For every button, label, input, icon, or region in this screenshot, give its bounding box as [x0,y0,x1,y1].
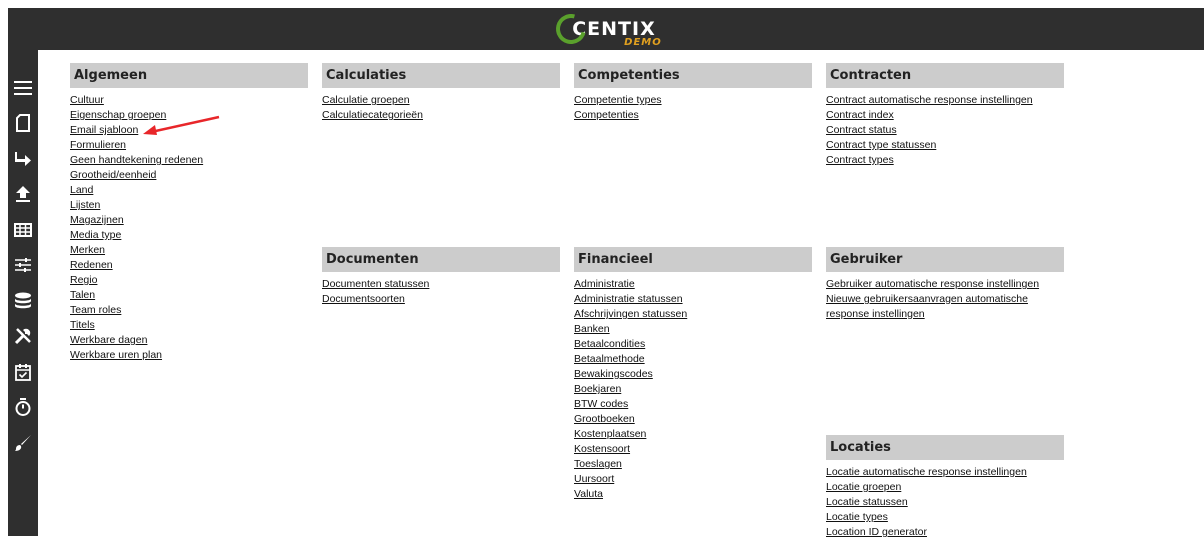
settings-link[interactable]: Contract types [826,153,1064,168]
stopwatch-icon[interactable] [8,390,38,426]
section-title: Documenten [322,247,560,272]
settings-link[interactable]: Competenties [574,108,812,123]
section-financieel: Financieel AdministratieAdministratie st… [574,247,812,502]
section-locaties: Locaties Locatie automatische response i… [826,435,1064,540]
settings-link[interactable]: Documenten statussen [322,277,560,292]
settings-link[interactable]: Documentsoorten [322,292,560,307]
settings-link[interactable]: Valuta [574,487,812,502]
settings-link[interactable]: Cultuur [70,93,308,108]
logo-ring-icon [551,9,592,50]
settings-link[interactable]: Locatie groepen [826,480,1064,495]
settings-link[interactable]: Gebruiker automatische response instelli… [826,277,1064,292]
section-title: Contracten [826,63,1064,88]
settings-link[interactable]: Redenen [70,258,308,273]
settings-link[interactable]: Calculatiecategorieën [322,108,560,123]
calendar-check-icon[interactable] [8,354,38,390]
settings-link[interactable]: Calculatie groepen [322,93,560,108]
settings-link[interactable]: Competentie types [574,93,812,108]
top-header-bar: CENTIX DEMO [8,8,1204,50]
section-competenties: Competenties Competentie typesCompetenti… [574,63,812,123]
link-list: Calculatie groepenCalculatiecategorieën [322,88,560,123]
settings-link[interactable]: Toeslagen [574,457,812,472]
table-icon[interactable] [8,212,38,248]
section-title: Calculaties [322,63,560,88]
settings-link[interactable]: Uursoort [574,472,812,487]
menu-icon[interactable] [8,70,38,106]
section-title: Locaties [826,435,1064,460]
settings-link[interactable]: Formulieren [70,138,308,153]
section-title: Algemeen [70,63,308,88]
section-title: Gebruiker [826,247,1064,272]
settings-link[interactable]: Media type [70,228,308,243]
link-list: Gebruiker automatische response instelli… [826,272,1064,322]
settings-link[interactable]: Nieuwe gebruikersaanvragen automatische … [826,292,1064,322]
link-list: Documenten statussenDocumentsoorten [322,272,560,307]
settings-link[interactable]: Werkbare dagen [70,333,308,348]
section-title: Financieel [574,247,812,272]
settings-link[interactable]: Administratie statussen [574,292,812,307]
settings-link[interactable]: Contract type statussen [826,138,1064,153]
settings-link[interactable]: Merken [70,243,308,258]
section-calculaties: Calculaties Calculatie groepenCalculatie… [322,63,560,123]
settings-link[interactable]: Lijsten [70,198,308,213]
upload-icon[interactable] [8,177,38,213]
settings-link[interactable]: Betaalmethode [574,352,812,367]
section-algemeen: Algemeen CultuurEigenschap groepenEmail … [70,63,308,363]
centix-logo[interactable]: CENTIX DEMO [556,11,656,47]
settings-link[interactable]: Boekjaren [574,382,812,397]
link-list: Locatie automatische response instelling… [826,460,1064,540]
settings-link[interactable]: Kostensoort [574,442,812,457]
paintbrush-icon[interactable] [8,425,38,461]
settings-link[interactable]: Location ID generator [826,525,1064,540]
link-list: Contract automatische response instellin… [826,88,1064,168]
settings-link[interactable]: Grootheid/eenheid [70,168,308,183]
settings-link[interactable]: Contract index [826,108,1064,123]
section-documenten: Documenten Documenten statussenDocuments… [322,247,560,307]
sidebar [8,50,38,536]
settings-link[interactable]: Geen handtekening redenen [70,153,308,168]
sliders-icon[interactable] [8,248,38,284]
settings-link[interactable]: Werkbare uren plan [70,348,308,363]
settings-link[interactable]: BTW codes [574,397,812,412]
settings-link[interactable]: Locatie types [826,510,1064,525]
tools-icon[interactable] [8,319,38,355]
settings-link[interactable]: Contract automatische response instellin… [826,93,1064,108]
settings-link[interactable]: Talen [70,288,308,303]
settings-link[interactable]: Team roles [70,303,308,318]
settings-link[interactable]: Bewakingscodes [574,367,812,382]
database-icon[interactable] [8,283,38,319]
settings-link[interactable]: Administratie [574,277,812,292]
settings-link[interactable]: Banken [574,322,812,337]
link-list: Competentie typesCompetenties [574,88,812,123]
settings-link[interactable]: Magazijnen [70,213,308,228]
settings-link[interactable]: Locatie statussen [826,495,1064,510]
settings-link[interactable]: Regio [70,273,308,288]
red-annotation-arrow-icon [141,115,221,135]
settings-overview: Algemeen CultuurEigenschap groepenEmail … [38,50,1204,536]
link-list: AdministratieAdministratie statussenAfsc… [574,272,812,502]
settings-link[interactable]: Kostenplaatsen [574,427,812,442]
settings-link[interactable]: Contract status [826,123,1064,138]
settings-link[interactable]: Grootboeken [574,412,812,427]
settings-link[interactable]: Betaalcondities [574,337,812,352]
section-contracten: Contracten Contract automatische respons… [826,63,1064,168]
settings-link[interactable]: Titels [70,318,308,333]
settings-link[interactable]: Land [70,183,308,198]
share-arrow-icon[interactable] [8,141,38,177]
section-title: Competenties [574,63,812,88]
settings-link[interactable]: Afschrijvingen statussen [574,307,812,322]
section-gebruiker: Gebruiker Gebruiker automatische respons… [826,247,1064,322]
logo-demo-label: DEMO [624,37,662,48]
document-icon[interactable] [8,106,38,142]
settings-link[interactable]: Locatie automatische response instelling… [826,465,1064,480]
